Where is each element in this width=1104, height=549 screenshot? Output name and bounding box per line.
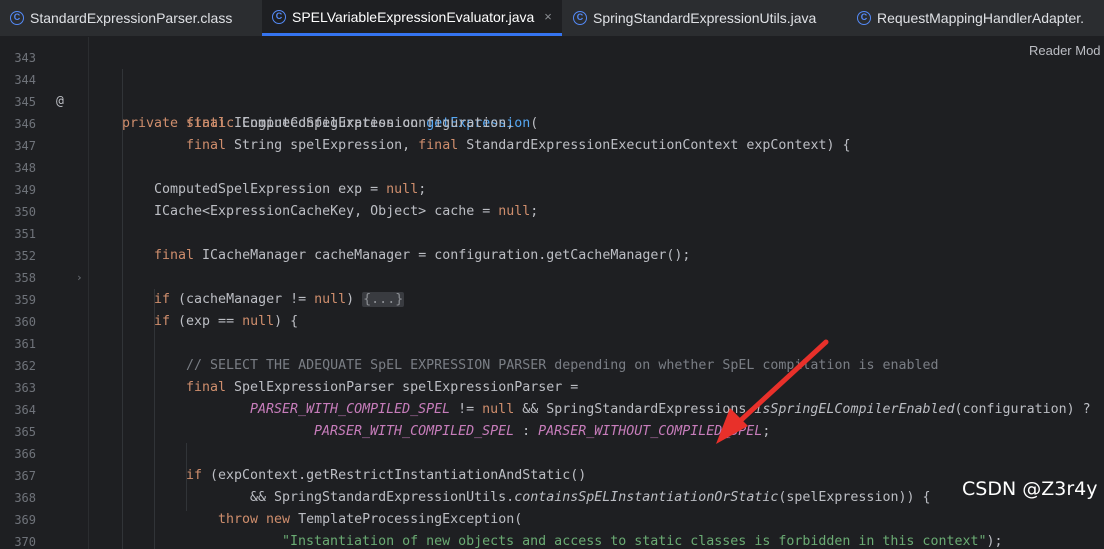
arrow-head <box>716 408 748 444</box>
arrow-shaft <box>725 339 829 435</box>
red-arrow-annotation <box>716 339 829 444</box>
watermark: CSDN @Z3r4y <box>962 478 1098 500</box>
